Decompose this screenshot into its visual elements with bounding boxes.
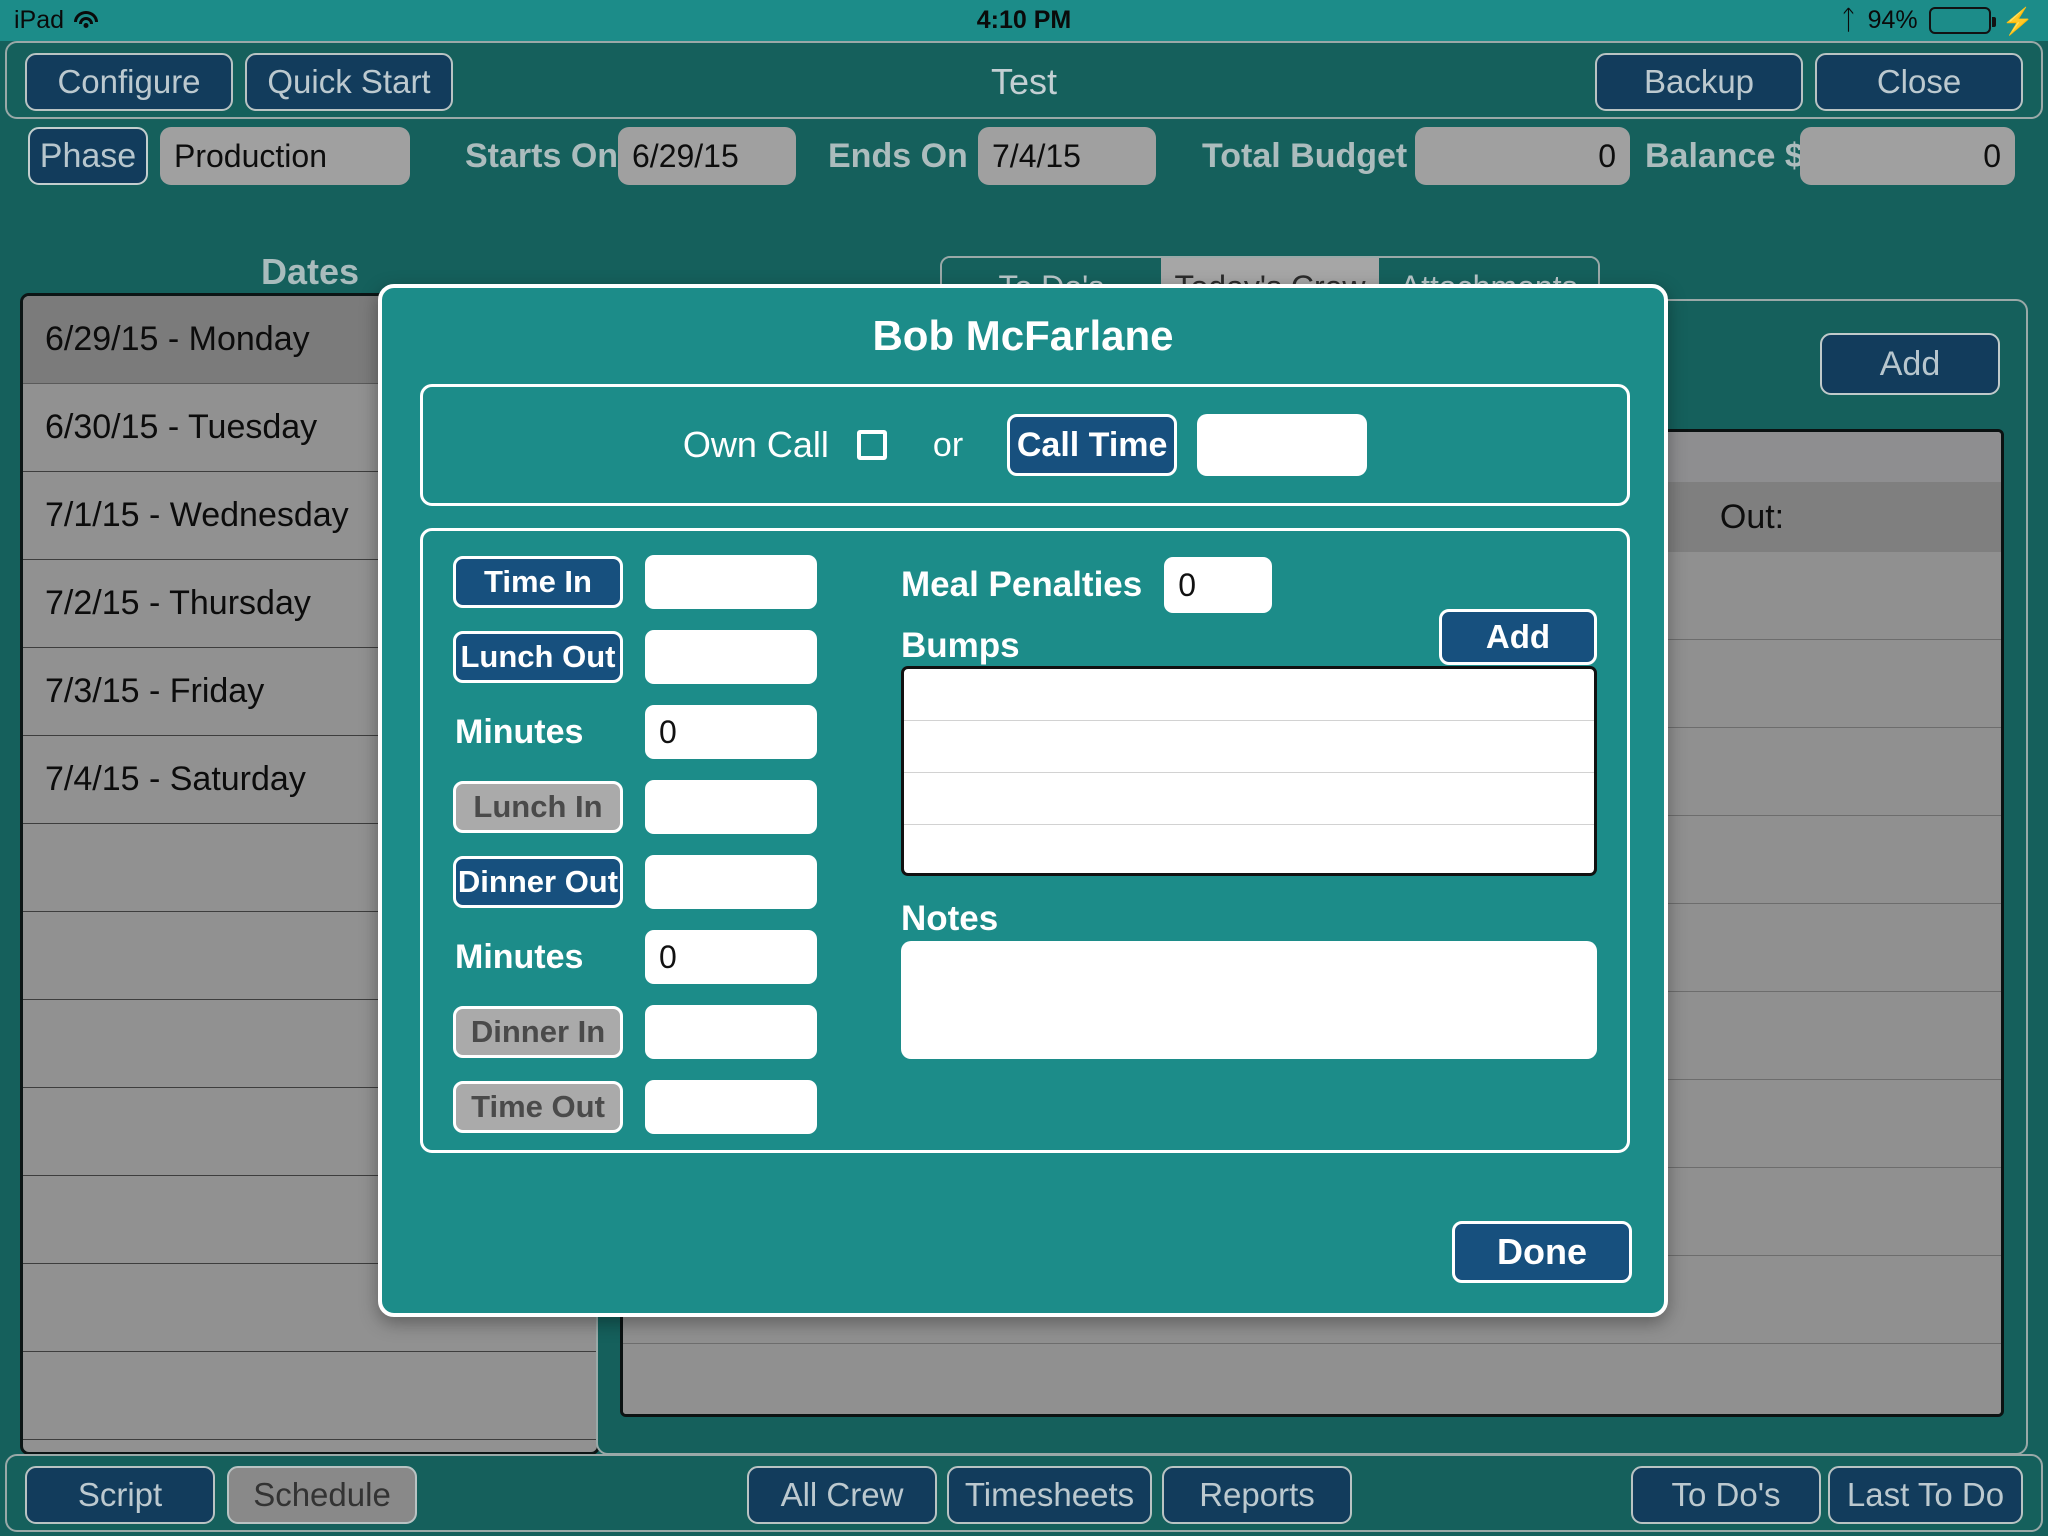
bluetooth-icon: ᛏ: [1840, 7, 1856, 34]
time-out-button[interactable]: Time Out: [453, 1081, 623, 1133]
dinner-in-row: Dinner In: [453, 1003, 873, 1061]
bumps-list-item[interactable]: [904, 669, 1594, 721]
lunch-minutes-input[interactable]: 0: [645, 705, 817, 759]
dinner-minutes-label: Minutes: [453, 938, 623, 977]
to-dos-button[interactable]: To Do's: [1631, 1466, 1821, 1524]
reports-button[interactable]: Reports: [1162, 1466, 1352, 1524]
dinner-in-input[interactable]: [645, 1005, 817, 1059]
dinner-out-button[interactable]: Dinner Out: [453, 856, 623, 908]
time-out-input[interactable]: [645, 1080, 817, 1134]
last-to-do-button[interactable]: Last To Do: [1828, 1466, 2023, 1524]
bumps-label: Bumps: [901, 626, 1020, 666]
meal-penalties-input[interactable]: 0: [1164, 557, 1272, 613]
timecard-group: Time In Lunch Out Minutes 0 Lunch In Din…: [420, 528, 1630, 1153]
meal-penalties-label: Meal Penalties: [901, 565, 1142, 605]
crew-member-timecard-dialog: Bob McFarlane Own Call or Call Time Time…: [378, 284, 1668, 1317]
or-label: or: [933, 426, 963, 465]
bumps-list-item[interactable]: [904, 825, 1594, 876]
done-button[interactable]: Done: [1452, 1221, 1632, 1283]
script-button[interactable]: Script: [25, 1466, 215, 1524]
time-in-input[interactable]: [645, 555, 817, 609]
status-bar-right: ᛏ 94% ⚡: [1840, 6, 2034, 35]
app-window: Test Configure Quick Start Backup Close …: [0, 41, 2048, 1536]
timesheets-button[interactable]: Timesheets: [947, 1466, 1152, 1524]
own-call-label: Own Call: [683, 424, 829, 466]
dinner-out-row: Dinner Out: [453, 853, 873, 911]
dinner-minutes-row: Minutes 0: [453, 928, 873, 986]
lunch-minutes-row: Minutes 0: [453, 703, 873, 761]
lunch-in-row: Lunch In: [453, 778, 873, 836]
lunch-out-row: Lunch Out: [453, 628, 873, 686]
meal-penalties-row: Meal Penalties 0: [901, 557, 1272, 613]
notes-label: Notes: [901, 899, 998, 939]
lunch-out-button[interactable]: Lunch Out: [453, 631, 623, 683]
lunch-minutes-label: Minutes: [453, 713, 623, 752]
status-bar-clock: 4:10 PM: [0, 6, 2048, 35]
call-group: Own Call or Call Time: [420, 384, 1630, 506]
lunch-in-input[interactable]: [645, 780, 817, 834]
schedule-button[interactable]: Schedule: [227, 1466, 417, 1524]
battery-icon: [1929, 7, 1991, 34]
ios-status-bar: iPad 4:10 PM ᛏ 94% ⚡: [0, 0, 2048, 41]
dialog-title: Bob McFarlane: [382, 312, 1664, 360]
lunch-out-input[interactable]: [645, 630, 817, 684]
unchecked-checkbox-icon[interactable]: [857, 430, 887, 460]
all-crew-button[interactable]: All Crew: [747, 1466, 937, 1524]
lightning-bolt-icon: ⚡: [2002, 8, 2034, 34]
dinner-out-input[interactable]: [645, 855, 817, 909]
notes-textarea[interactable]: [901, 941, 1597, 1059]
call-time-button[interactable]: Call Time: [1007, 414, 1177, 476]
dinner-minutes-input[interactable]: 0: [645, 930, 817, 984]
bottom-toolbar: Script Schedule All Crew Timesheets Repo…: [5, 1454, 2043, 1532]
bumps-list-item[interactable]: [904, 721, 1594, 773]
bumps-list[interactable]: [901, 666, 1597, 876]
battery-percent-label: 94%: [1868, 6, 1918, 35]
time-in-button[interactable]: Time In: [453, 556, 623, 608]
add-bump-button[interactable]: Add: [1439, 609, 1597, 665]
lunch-in-button[interactable]: Lunch In: [453, 781, 623, 833]
dinner-in-button[interactable]: Dinner In: [453, 1006, 623, 1058]
modal-overlay: Bob McFarlane Own Call or Call Time Time…: [0, 41, 2048, 1536]
time-in-row: Time In: [453, 553, 873, 611]
call-time-input[interactable]: [1197, 414, 1367, 476]
bumps-list-item[interactable]: [904, 773, 1594, 825]
time-out-row: Time Out: [453, 1078, 873, 1136]
